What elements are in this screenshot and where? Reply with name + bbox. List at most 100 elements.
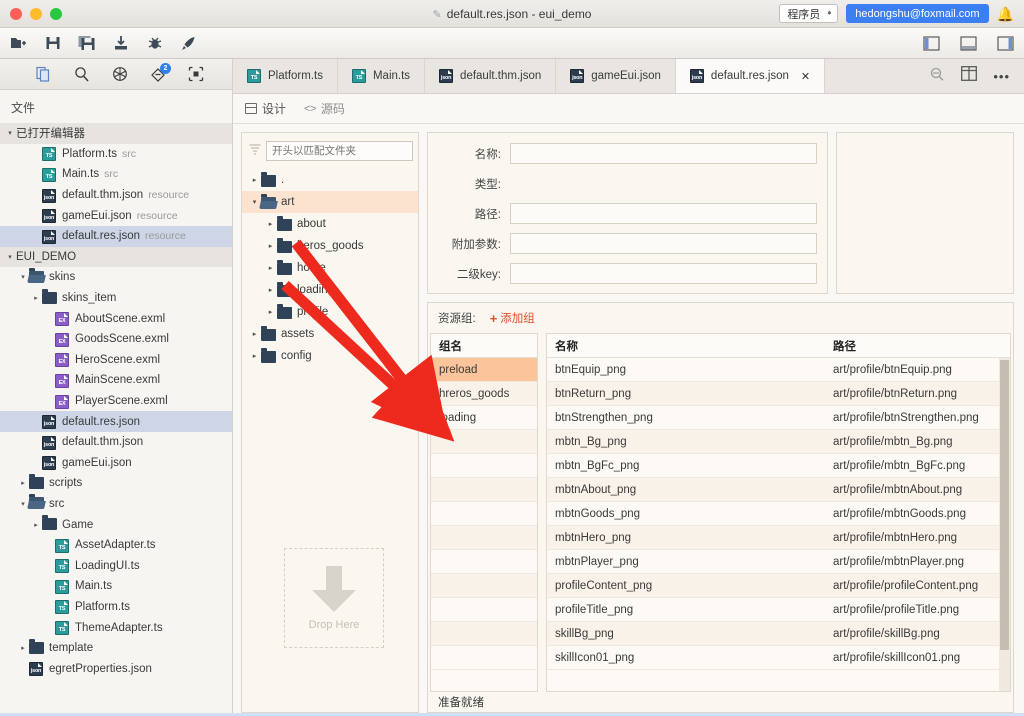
tree-item[interactable]: ▸TSMain.ts [0, 576, 232, 597]
resource-row[interactable]: profileContent_png art/profile/profileCon… [547, 574, 1010, 598]
folder-tree-item[interactable]: ▸ home [242, 257, 418, 279]
tree-item[interactable]: ▸EXHeroScene.exml [0, 350, 232, 371]
tree-item[interactable]: ▸EXMainScene.exml [0, 370, 232, 391]
tree-item[interactable]: ▸EXGoodsScene.exml [0, 329, 232, 350]
resource-row[interactable]: mbtnPlayer_png art/profile/mbtnPlayer.png [547, 550, 1010, 574]
drop-here-zone[interactable]: Drop Here [284, 548, 384, 648]
chevron-right-icon[interactable]: ▸ [30, 294, 42, 302]
bell-icon[interactable]: 🔔 [997, 7, 1014, 21]
chevron-right-icon[interactable]: ▸ [248, 176, 261, 184]
save-all-icon[interactable] [77, 34, 96, 53]
tree-item[interactable]: ▸TSPlatform.ts [0, 597, 232, 618]
git-icon[interactable]: 2 [149, 63, 171, 83]
tree-item[interactable]: ▸jsongameEui.json [0, 453, 232, 474]
tree-item[interactable]: ▸jsondefault.thm.json [0, 432, 232, 453]
group-row[interactable]: hreros_goods [431, 382, 537, 406]
group-row[interactable] [431, 478, 537, 502]
folder-filter-input[interactable] [266, 141, 413, 161]
chevron-right-icon[interactable]: ▸ [264, 220, 277, 228]
editor-tab[interactable]: json default.res.json ✕ [675, 59, 826, 93]
folder-tree-item[interactable]: ▾ art [242, 191, 418, 213]
file-tree[interactable]: ▾已打开编辑器▸TSPlatform.tssrc▸TSMain.tssrc▸js… [0, 123, 232, 679]
resource-row[interactable]: mbtnHero_png art/profile/mbtnHero.png [547, 526, 1010, 550]
tree-item[interactable]: ▾ skins [0, 267, 232, 288]
group-row[interactable] [431, 622, 537, 646]
resource-row[interactable]: skillBg_png art/profile/skillBg.png [547, 622, 1010, 646]
group-row[interactable] [431, 550, 537, 574]
group-row[interactable] [431, 574, 537, 598]
chevron-right-icon[interactable]: ▸ [264, 286, 277, 294]
tab-source[interactable]: <> 源码 [304, 100, 345, 117]
window-controls[interactable] [0, 7, 62, 20]
tree-item[interactable]: ▸ scripts [0, 473, 232, 494]
resource-rows[interactable]: btnEquip_png art/profile/btnEquip.png btnR… [547, 358, 1010, 670]
chevron-right-icon[interactable]: ▸ [17, 644, 29, 652]
tree-section[interactable]: ▾ EUI_DEMO [0, 246, 232, 268]
folder-tree-item[interactable]: ▸ assets [242, 323, 418, 345]
debug-icon[interactable] [145, 34, 164, 53]
toggle-left-panel-icon[interactable] [922, 34, 941, 53]
resource-row[interactable]: btnStrengthen_png art/profile/btnStrength… [547, 406, 1010, 430]
tree-item[interactable]: ▸ template [0, 638, 232, 659]
property-input[interactable] [510, 263, 817, 284]
new-project-icon[interactable] [9, 34, 28, 53]
folder-tree-item[interactable]: ▸ about [242, 213, 418, 235]
resource-scrollbar-thumb[interactable] [1000, 360, 1009, 650]
chevron-right-icon[interactable]: ▸ [30, 521, 42, 529]
group-row[interactable] [431, 454, 537, 478]
files-icon[interactable] [35, 65, 53, 83]
chevron-right-icon[interactable]: ▸ [264, 308, 277, 316]
resource-scrollbar[interactable] [999, 358, 1010, 691]
tree-item[interactable]: ▸jsonegretProperties.json [0, 658, 232, 679]
tree-item[interactable]: ▸jsondefault.res.jsonresource [0, 225, 232, 247]
resource-row[interactable]: mbtn_BgFc_png art/profile/mbtn_BgFc.png [547, 454, 1010, 478]
editor-tab[interactable]: json default.thm.json [425, 59, 557, 93]
extension-icon[interactable] [111, 65, 129, 83]
group-row[interactable] [431, 646, 537, 670]
resource-row[interactable]: mbtnGoods_png art/profile/mbtnGoods.png [547, 502, 1010, 526]
tree-item[interactable]: ▸TSThemeAdapter.ts [0, 617, 232, 638]
group-rows[interactable]: preload hreros_goods loading [431, 358, 537, 670]
maximize-window-button[interactable] [50, 7, 62, 20]
folder-tree-item[interactable]: ▸ config [242, 345, 418, 367]
chevron-right-icon[interactable]: ▸ [264, 242, 277, 250]
folder-tree-item[interactable]: ▸ heros_goods [242, 235, 418, 257]
more-actions-icon[interactable]: ••• [993, 69, 1010, 84]
save-icon[interactable] [43, 34, 62, 53]
search-icon[interactable] [73, 65, 91, 83]
folder-tree-item[interactable]: ▸ profile [242, 301, 418, 323]
tree-section[interactable]: ▾ 已打开编辑器 [0, 123, 232, 144]
tree-item[interactable]: ▸TSPlatform.tssrc [0, 144, 232, 165]
group-row[interactable]: preload [431, 358, 537, 382]
preview-icon[interactable] [929, 66, 945, 87]
tree-item[interactable]: ▸jsondefault.thm.jsonresource [0, 185, 232, 206]
toggle-bottom-panel-icon[interactable] [959, 34, 978, 53]
chevron-right-icon[interactable]: ▸ [248, 352, 261, 360]
resource-row[interactable]: skillIcon01_png art/profile/skillIcon01.p… [547, 646, 1010, 670]
editor-tab[interactable]: json gameEui.json [556, 59, 676, 93]
folder-tree-item[interactable]: ▸ loading [242, 279, 418, 301]
property-input[interactable] [510, 143, 817, 164]
group-row[interactable] [431, 430, 537, 454]
property-input[interactable] [510, 233, 817, 254]
tree-item[interactable]: ▸EXAboutScene.exml [0, 308, 232, 329]
add-group-button[interactable]: + 添加组 [490, 310, 535, 326]
split-editor-icon[interactable] [961, 66, 978, 86]
group-row[interactable] [431, 598, 537, 622]
group-row[interactable] [431, 502, 537, 526]
component-icon[interactable] [187, 65, 205, 83]
resource-row[interactable]: btnReturn_png art/profile/btnReturn.png [547, 382, 1010, 406]
tab-design[interactable]: 设计 [244, 100, 286, 117]
close-tab-icon[interactable]: ✕ [801, 70, 810, 83]
minimize-window-button[interactable] [30, 7, 42, 20]
chevron-right-icon[interactable]: ▸ [17, 479, 29, 487]
toggle-right-panel-icon[interactable] [996, 34, 1015, 53]
chevron-right-icon[interactable]: ▸ [264, 264, 277, 272]
run-icon[interactable] [179, 34, 198, 53]
editor-tab[interactable]: TS Main.ts [337, 59, 426, 93]
group-name-column[interactable]: 组名 preload hreros_goods loading [430, 333, 538, 692]
tree-item[interactable]: ▸jsondefault.res.json [0, 411, 232, 432]
tree-item[interactable]: ▾ src [0, 494, 232, 515]
tree-item[interactable]: ▸jsongameEui.jsonresource [0, 205, 232, 226]
resource-row[interactable]: btnEquip_png art/profile/btnEquip.png [547, 358, 1010, 382]
